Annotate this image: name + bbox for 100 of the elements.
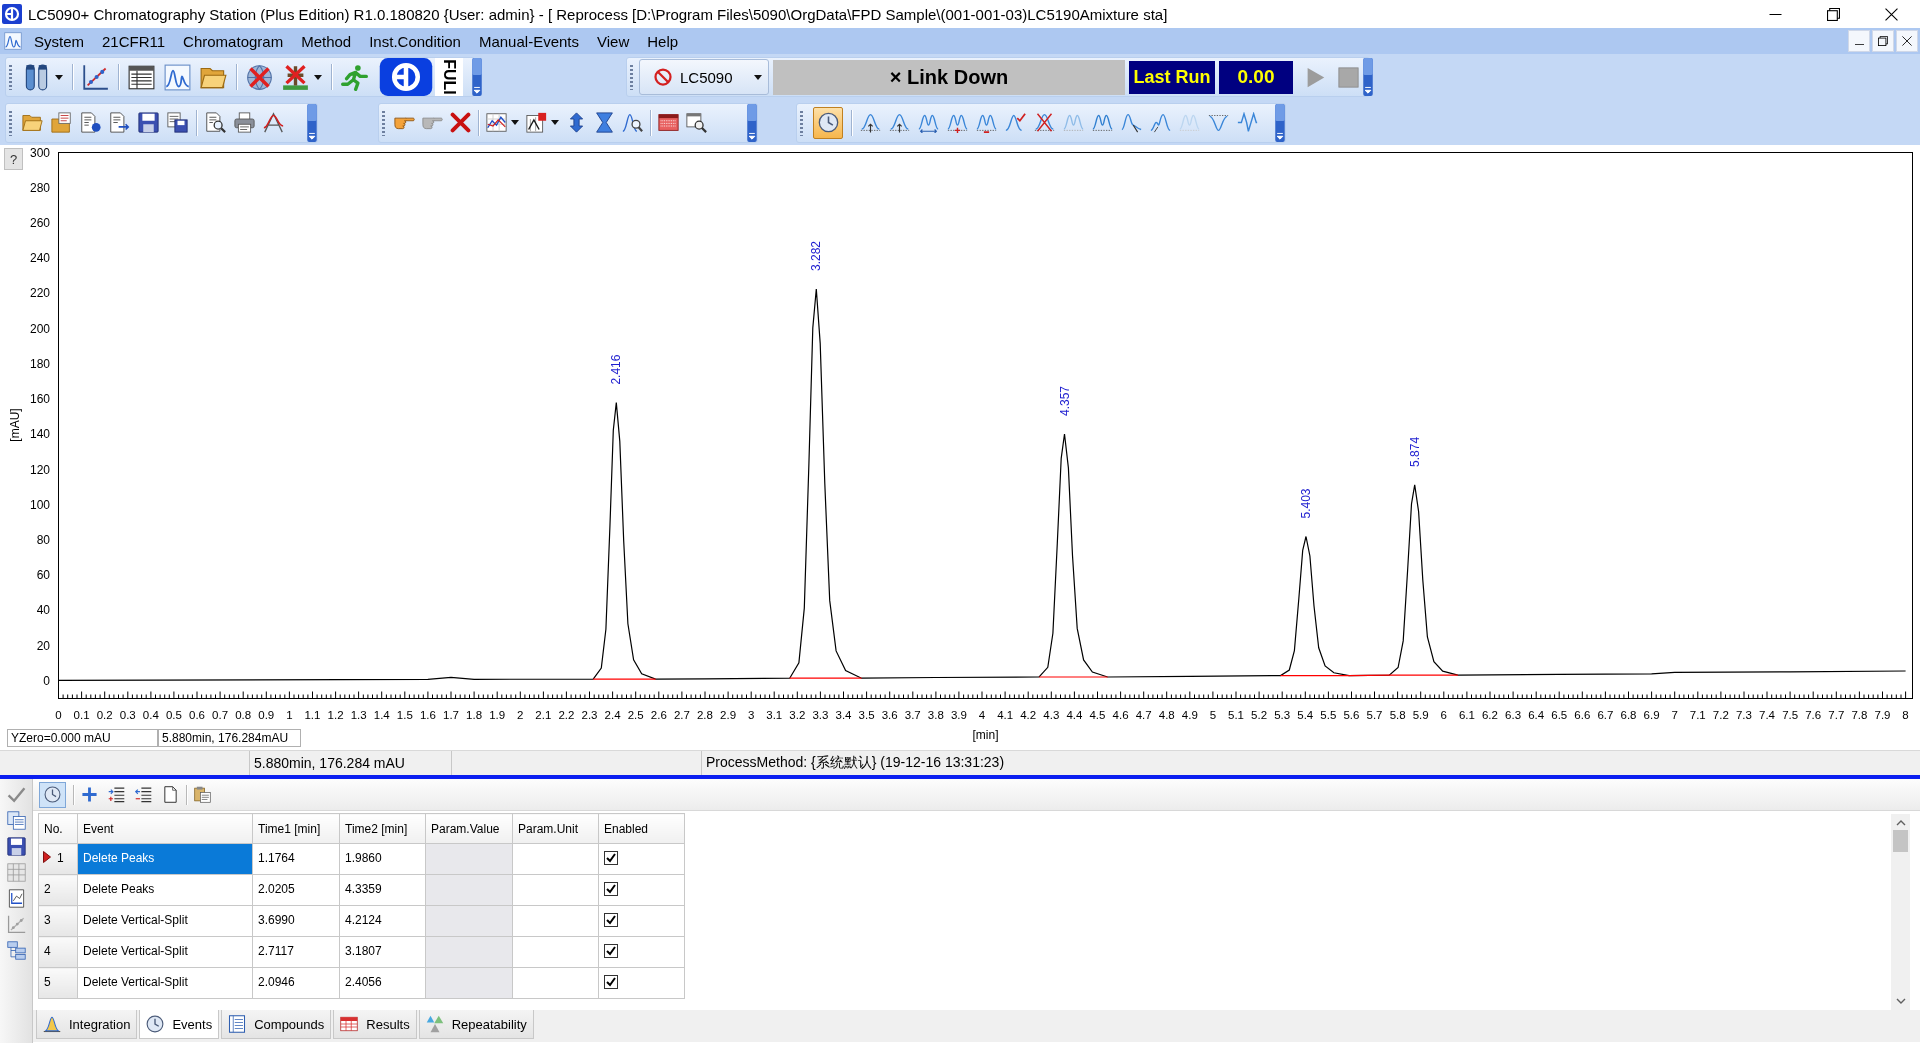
stand-cross-icon[interactable]: [282, 63, 309, 91]
checkbox[interactable]: [604, 851, 618, 865]
close-icon[interactable]: [1884, 7, 1898, 21]
menu-item[interactable]: Help: [638, 32, 688, 50]
double-peak-icon[interactable]: [1092, 112, 1113, 133]
peak-tail-icon[interactable]: [1121, 112, 1142, 133]
toolbar-overflow-icon[interactable]: [307, 103, 317, 142]
save-icon[interactable]: [6, 837, 26, 856]
peak-check-icon[interactable]: [1005, 112, 1026, 133]
menu-item[interactable]: 21CFR11: [93, 32, 175, 50]
logo-icon[interactable]: [377, 58, 435, 96]
document-arrow-icon[interactable]: [109, 112, 130, 133]
clock-button[interactable]: [813, 106, 843, 139]
copy-icon[interactable]: [6, 811, 26, 830]
list-add-icon[interactable]: [108, 786, 125, 803]
window-magnifier-icon[interactable]: [686, 112, 707, 133]
toolbar-overflow-icon[interactable]: [1363, 58, 1373, 96]
toolbar-overflow-icon[interactable]: [472, 58, 482, 96]
column-header[interactable]: Time2 [min]: [339, 813, 426, 844]
row-header[interactable]: 2: [38, 874, 78, 906]
double-peak-plus-icon[interactable]: [947, 112, 968, 133]
tab[interactable]: Events: [139, 1010, 220, 1039]
scroll-up-icon[interactable]: [1895, 820, 1906, 826]
column-header[interactable]: Param.Unit: [512, 813, 599, 844]
clock-button[interactable]: [39, 781, 66, 808]
caret-icon[interactable]: [55, 74, 63, 80]
document-magnifier-icon[interactable]: [205, 112, 226, 133]
window-icon[interactable]: [658, 112, 679, 133]
page-icon[interactable]: [162, 786, 179, 803]
checkbox[interactable]: [604, 913, 618, 927]
folder-icon[interactable]: [22, 112, 43, 133]
column-header[interactable]: No.: [38, 813, 78, 844]
table-cell[interactable]: Delete Vertical-Split: [77, 936, 253, 968]
double-peak-arrow-icon[interactable]: [918, 112, 939, 133]
save-icon[interactable]: [138, 112, 159, 133]
tab[interactable]: Compounds: [221, 1010, 332, 1039]
checkbox[interactable]: [604, 882, 618, 896]
menu-item[interactable]: Method: [292, 32, 361, 50]
menu-item[interactable]: View: [588, 32, 639, 50]
folder-document-icon[interactable]: [51, 112, 72, 133]
column-header[interactable]: Enabled: [598, 813, 685, 844]
list-remove-icon[interactable]: [135, 786, 152, 803]
table-cell[interactable]: Delete Vertical-Split: [77, 967, 253, 999]
instrument-dropdown[interactable]: LC5090: [639, 59, 769, 95]
peak-shoulder-icon[interactable]: [1150, 112, 1171, 133]
triangle-curve-icon[interactable]: [263, 112, 284, 133]
inverted-peak-icon[interactable]: [1208, 112, 1229, 133]
caret-icon[interactable]: [551, 120, 559, 125]
line-chart-icon[interactable]: [486, 112, 507, 133]
help-button[interactable]: ?: [4, 148, 23, 170]
table-cell[interactable]: Delete Peaks: [77, 874, 253, 906]
menu-item[interactable]: Inst.Condition: [360, 32, 470, 50]
toolbar-overflow-icon[interactable]: [747, 103, 757, 142]
menu-item[interactable]: Manual-Events: [469, 32, 588, 50]
tab[interactable]: Repeatability: [418, 1010, 534, 1039]
wave-icon[interactable]: [1237, 112, 1258, 133]
peak-chart-icon[interactable]: [4, 32, 22, 50]
row-header[interactable]: 4: [38, 936, 78, 968]
peak-chart-icon[interactable]: [164, 63, 191, 91]
row-header[interactable]: 3: [38, 905, 78, 937]
column-header[interactable]: Time1 [min]: [252, 813, 340, 844]
scrollbar[interactable]: [1891, 814, 1910, 1010]
document-floppy-icon[interactable]: [167, 112, 188, 133]
printer-icon[interactable]: [234, 112, 255, 133]
hierarchy-icon[interactable]: [6, 941, 26, 960]
line-chart-icon[interactable]: [82, 63, 109, 91]
peak-cross-icon[interactable]: [1034, 112, 1055, 133]
minimize-icon[interactable]: [1768, 13, 1782, 15]
globe-cross-icon[interactable]: [246, 63, 273, 91]
hourglass-icon[interactable]: [594, 112, 615, 133]
caret-icon[interactable]: [314, 74, 322, 80]
tab[interactable]: Integration: [36, 1010, 138, 1039]
caret-icon[interactable]: [511, 120, 519, 125]
peak-arrow-icon[interactable]: [889, 112, 910, 133]
row-header[interactable]: 1: [38, 843, 78, 875]
test-tubes-icon[interactable]: [23, 63, 50, 91]
checkbox[interactable]: [604, 944, 618, 958]
menu-item[interactable]: Chromatogram: [174, 32, 293, 50]
double-peak-minus-icon[interactable]: [976, 112, 997, 133]
scrollbar-thumb[interactable]: [1893, 830, 1908, 852]
restore-button[interactable]: [1872, 30, 1894, 52]
row-header[interactable]: 5: [38, 967, 78, 999]
chart-square-icon[interactable]: [526, 112, 547, 133]
tab[interactable]: Results: [333, 1010, 417, 1039]
peak-arrow-icon[interactable]: [860, 112, 881, 133]
clipboard-icon[interactable]: [194, 786, 211, 803]
peak-magnifier-icon[interactable]: [622, 112, 643, 133]
table-cell[interactable]: Delete Peaks: [77, 843, 253, 875]
column-header[interactable]: Param.Value: [425, 813, 513, 844]
running-figure-icon[interactable]: [341, 63, 368, 91]
column-header[interactable]: Event: [77, 813, 253, 844]
scroll-down-icon[interactable]: [1895, 998, 1906, 1004]
toolbar-overflow-icon[interactable]: [1275, 103, 1285, 142]
document-icon[interactable]: [80, 112, 101, 133]
logo-icon[interactable]: [2, 4, 22, 24]
delete-icon[interactable]: [450, 112, 471, 133]
restore-icon[interactable]: [1826, 7, 1840, 21]
document-chart-icon[interactable]: [6, 889, 26, 908]
close-button[interactable]: [1896, 30, 1918, 52]
table-cell[interactable]: Delete Vertical-Split: [77, 905, 253, 937]
